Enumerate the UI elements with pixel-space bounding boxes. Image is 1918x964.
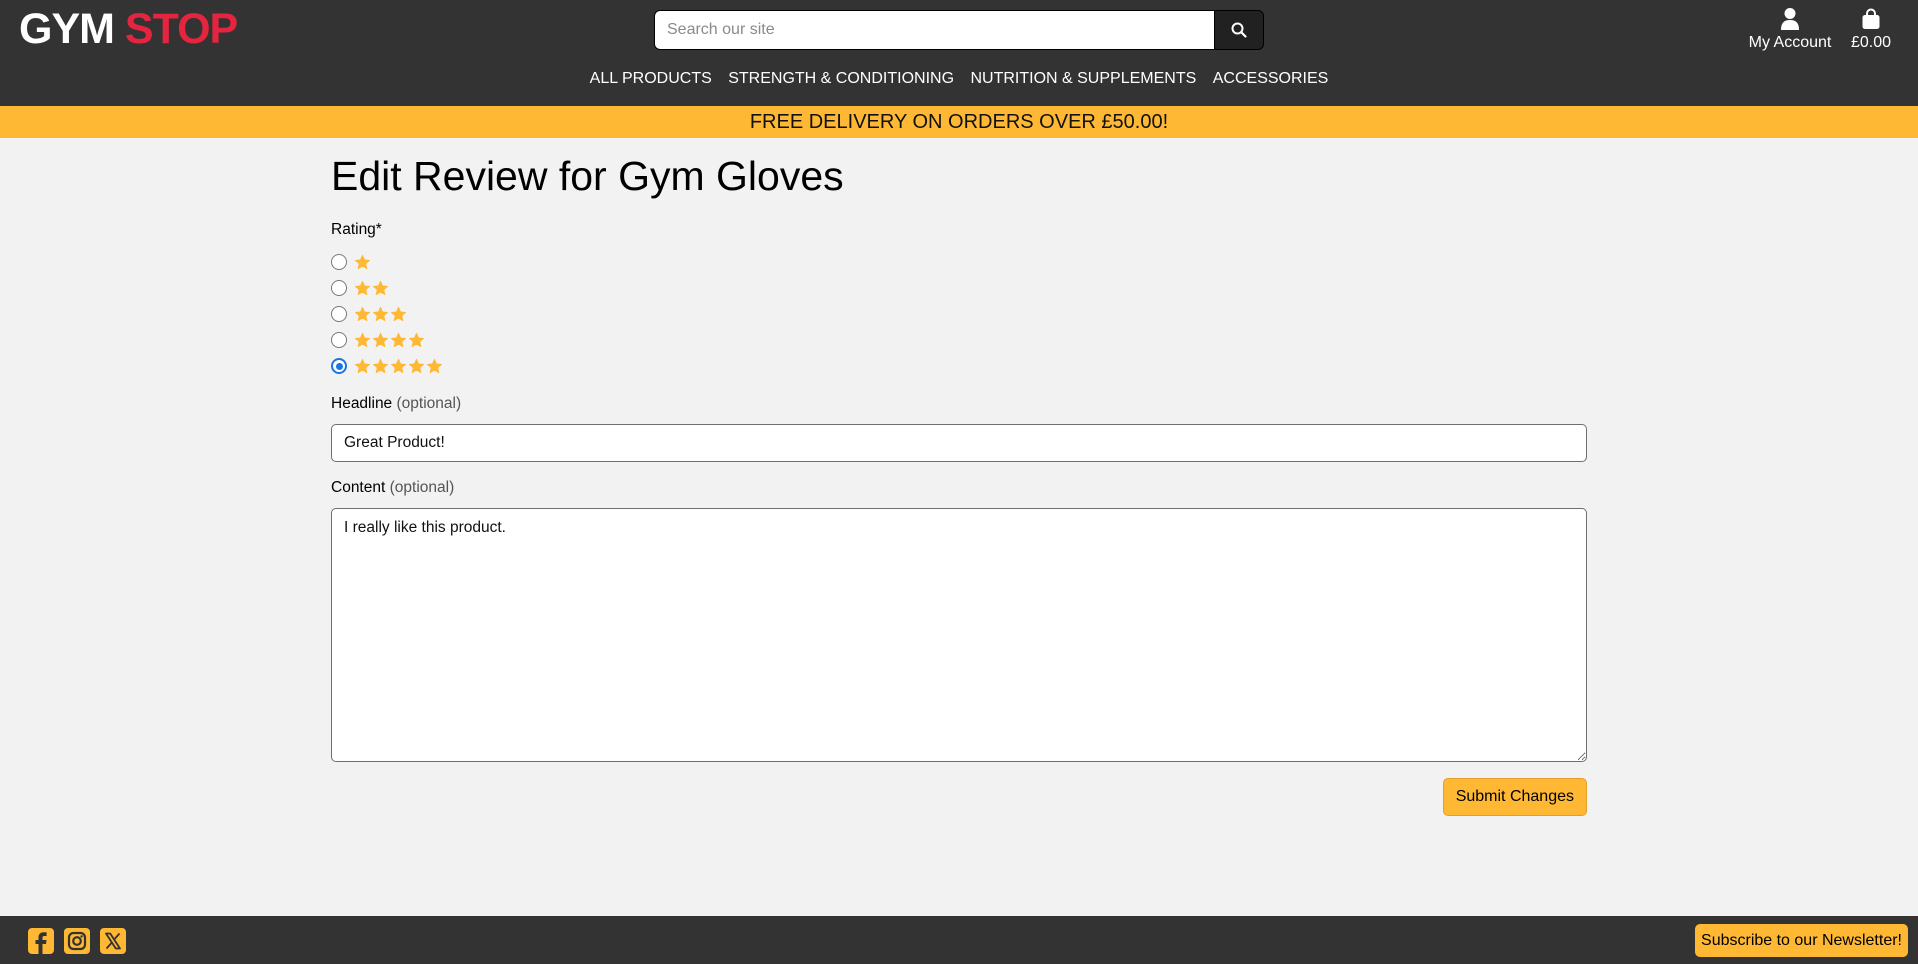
rating-option-5[interactable] [331,353,1587,379]
user-icon [1781,8,1799,30]
search-icon [1231,22,1247,38]
bag-total: £0.00 [1850,34,1892,51]
nav-strength-conditioning[interactable]: STRENGTH & CONDITIONING [728,70,954,87]
headline-optional-text: (optional) [396,395,462,413]
logo-part-gym: GYM [19,5,115,53]
edit-review-form: Edit Review for Gym Gloves Rating* Headl… [331,138,1587,817]
star-icon [354,358,371,373]
star-icon [390,358,407,373]
newsletter-button[interactable]: Subscribe to our Newsletter! [1695,924,1908,957]
content-textarea[interactable]: I really like this product. [331,508,1587,763]
rating-radio-1[interactable] [331,254,347,271]
site-logo[interactable]: GYM STOP [19,5,238,53]
headline-input[interactable] [331,424,1587,463]
nav-nutrition-supplements[interactable]: NUTRITION & SUPPLEMENTS [970,70,1196,87]
search-input[interactable] [654,10,1214,50]
star-icon [354,280,371,295]
page-title: Edit Review for Gym Gloves [331,153,844,199]
logo-part-stop: STOP [124,5,238,53]
star-icon [372,332,389,347]
my-account-link[interactable]: My Account [1740,6,1840,52]
rating-options [331,249,1587,379]
content-label-text: Content [331,479,386,497]
shopping-bag-link[interactable]: £0.00 [1846,6,1896,52]
x-twitter-icon[interactable] [99,927,127,955]
rating-option-3[interactable] [331,301,1587,327]
rating-radio-3[interactable] [331,306,347,323]
nav-all-products[interactable]: ALL PRODUCTS [590,70,712,87]
site-header: GYM STOP My Account £0.00 ALL PRODUCTS S… [0,0,1918,106]
rating-radio-5[interactable] [331,358,347,375]
star-icon [354,306,371,321]
headline-label: Headline (optional) [331,395,1587,413]
rating-stars-4 [354,332,425,349]
star-icon [390,306,407,321]
rating-stars-2 [354,280,389,297]
content-label: Content (optional) [331,479,1587,497]
rating-radio-2[interactable] [331,280,347,297]
rating-option-4[interactable] [331,327,1587,353]
search-form [654,10,1264,50]
rating-label: Rating* [331,221,382,239]
star-icon [354,332,371,347]
main-nav: ALL PRODUCTS STRENGTH & CONDITIONING NUT… [0,70,1918,88]
star-icon [390,332,407,347]
headline-label-text: Headline [331,395,393,413]
submit-changes-button[interactable]: Submit Changes [1442,778,1587,817]
rating-stars-1 [354,254,371,271]
star-icon [372,306,389,321]
search-button[interactable] [1214,10,1264,50]
star-icon [372,358,389,373]
my-account-label: My Account [1748,34,1832,51]
star-icon [426,358,443,373]
instagram-icon[interactable] [63,927,91,955]
site-footer: Subscribe to our Newsletter! [0,916,1918,964]
delivery-banner: FREE DELIVERY ON ORDERS OVER £50.00! [0,106,1918,138]
star-icon [372,280,389,295]
shopping-bag-icon [1862,8,1880,29]
rating-radio-4[interactable] [331,332,347,349]
star-icon [408,332,425,347]
star-icon [408,358,425,373]
content-optional-text: (optional) [389,479,455,497]
rating-option-1[interactable] [331,249,1587,275]
star-icon [354,254,371,269]
submit-row: Submit Changes [331,778,1587,817]
rating-stars-5 [354,358,443,375]
nav-accessories[interactable]: ACCESSORIES [1213,70,1329,87]
social-links [27,927,127,955]
rating-stars-3 [354,306,407,323]
facebook-icon[interactable] [27,927,55,955]
rating-option-2[interactable] [331,275,1587,301]
